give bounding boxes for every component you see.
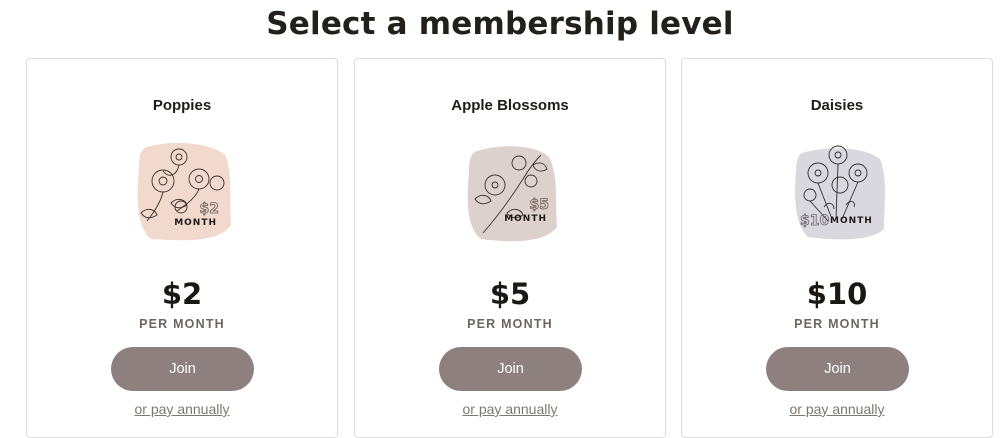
page-title: Select a membership level — [266, 6, 734, 42]
price-period: PER MONTH — [467, 317, 553, 331]
tier-price: $5 — [489, 277, 531, 311]
badge-unit: MONTH — [504, 214, 547, 224]
badge-amount: $2 — [200, 201, 219, 217]
tier-name: Daisies — [810, 97, 864, 114]
tier-card-daisies: Daisies $10 MONTH $10 PER MONTH Join or … — [681, 58, 993, 438]
apple-blossom-illustration: $5 MONTH — [461, 141, 561, 245]
tier-card-apple-blossoms: Apple Blossoms $5 MONTH $5 PER MONTH Joi… — [354, 58, 666, 438]
join-button[interactable]: Join — [439, 347, 582, 391]
pay-annually-link[interactable]: or pay annually — [682, 401, 992, 417]
poppy-flowers-illustration: $2 MONTH — [133, 141, 233, 245]
tier-name: Apple Blossoms — [451, 97, 569, 114]
badge-unit: MONTH — [830, 216, 873, 226]
tier-price: $10 — [806, 277, 868, 311]
join-button[interactable]: Join — [766, 347, 909, 391]
pay-annually-link[interactable]: or pay annually — [355, 401, 665, 417]
badge-amount: $5 — [530, 197, 549, 213]
pay-annually-link[interactable]: or pay annually — [27, 401, 337, 417]
tier-card-poppies: Poppies $2 MONTH $2 PER MONTH Join or pa… — [26, 58, 338, 438]
badge-unit: MONTH — [174, 218, 217, 228]
tier-name: Poppies — [152, 97, 212, 114]
price-period: PER MONTH — [139, 317, 225, 331]
price-period: PER MONTH — [794, 317, 880, 331]
tier-price: $2 — [161, 277, 203, 311]
daisies-illustration: $10 MONTH — [788, 141, 888, 245]
membership-tiers: Poppies $2 MONTH $2 PER MONTH Join or pa… — [26, 58, 996, 438]
join-button[interactable]: Join — [111, 347, 254, 391]
badge-amount: $10 — [800, 213, 829, 229]
